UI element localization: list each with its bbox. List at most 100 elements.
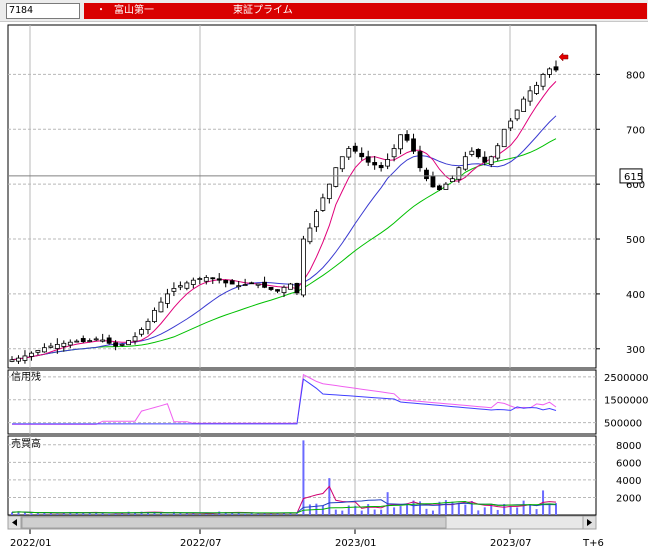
price-tick-label: 300: [626, 345, 645, 356]
candle-body: [534, 84, 539, 94]
candle-body: [145, 320, 151, 331]
candle-body: [288, 283, 293, 290]
candle-body: [197, 278, 203, 280]
candle-body: [139, 329, 144, 335]
candle-body: [152, 309, 157, 323]
candle-body: [424, 169, 429, 180]
candle-body: [100, 339, 106, 342]
candle-body: [411, 138, 416, 152]
x-axis-label: T+6: [582, 538, 604, 549]
candle-body: [553, 66, 559, 71]
candle-body: [320, 197, 326, 211]
candle-body: [488, 156, 494, 165]
candle-body: [184, 282, 190, 289]
candle-body: [203, 277, 209, 282]
candle-body: [469, 150, 475, 155]
candle-body: [236, 285, 242, 288]
candle-body: [307, 227, 313, 243]
volume-tick-label: 2000: [616, 493, 641, 504]
candle-body: [462, 156, 468, 170]
x-axis-label: 2023/07: [490, 538, 532, 549]
price-tick-labels: 800700600500400300: [596, 70, 645, 356]
candle-body: [346, 148, 352, 158]
candle-body: [359, 152, 365, 158]
candle-body: [35, 350, 41, 353]
price-panel: [7, 24, 597, 369]
candle-body: [54, 344, 60, 349]
candle-body: [333, 167, 339, 187]
candle-body: [437, 185, 442, 191]
candle-body: [339, 156, 345, 170]
candle-body: [521, 98, 527, 112]
candle-body: [48, 345, 54, 348]
candle-body: [171, 288, 177, 292]
volume-tick-label: 8000: [616, 441, 641, 452]
candle-body: [275, 289, 280, 292]
candle-body: [106, 337, 112, 344]
candle-body: [352, 145, 358, 152]
candle-body: [514, 109, 520, 120]
candle-body: [281, 286, 287, 294]
candle-body: [372, 162, 378, 166]
candle-body: [495, 145, 501, 159]
candle-body: [378, 165, 384, 169]
candle-body: [262, 281, 267, 288]
candle-body: [391, 148, 397, 158]
x-axis-label: 2022/07: [180, 538, 222, 549]
volume-tick-label: 6000: [616, 458, 641, 469]
volume-panel-title: 売買高: [11, 437, 41, 450]
x-axis-label: 2023/01: [335, 538, 377, 549]
candle-body: [9, 359, 15, 362]
candle-body: [430, 175, 436, 188]
candle-body: [132, 336, 138, 342]
price-tick-label: 800: [626, 70, 645, 81]
candle-body: [74, 340, 80, 343]
candle-body: [22, 355, 28, 361]
candle-body: [29, 352, 34, 357]
x-axis-label: 2022/01: [10, 538, 52, 549]
candle-body: [404, 134, 410, 141]
current-price-label: 615: [624, 172, 643, 183]
candle-body: [301, 238, 306, 296]
margin-tick-label: 2500000: [604, 373, 648, 384]
candle-body: [229, 280, 235, 285]
candle-body: [294, 282, 300, 294]
candle-body: [365, 156, 371, 163]
margin-tick-label: 1500000: [604, 396, 648, 407]
candle-body: [417, 151, 423, 169]
price-tick-label: 400: [626, 290, 645, 301]
candle-body: [216, 278, 222, 281]
price-tick-label: 500: [626, 235, 645, 246]
price-tick-label: 700: [626, 125, 645, 136]
candle-body: [443, 183, 449, 190]
candle-body: [482, 156, 488, 163]
candle-body: [313, 211, 319, 228]
candle-body: [501, 128, 507, 148]
candle-body: [540, 73, 546, 87]
candle-body: [190, 279, 196, 285]
candle-body: [93, 338, 99, 341]
candle-body: [456, 167, 462, 180]
candle-body: [508, 120, 514, 129]
candle-body: [177, 285, 183, 288]
candle-body: [119, 344, 125, 346]
volume-tick-label: 4000: [616, 476, 641, 487]
margin-tick-label: 500000: [604, 419, 642, 430]
candle-body: [126, 340, 131, 346]
candle-body: [41, 347, 47, 353]
candle-body: [527, 90, 533, 102]
candle-body: [223, 279, 229, 284]
candle-body: [80, 338, 86, 343]
candle-body: [398, 134, 403, 150]
x-axis-labels: 2022/01 2022/07 2023/01 2023/07 T+6: [10, 538, 604, 549]
candle-body: [61, 342, 67, 347]
candle-body: [113, 342, 119, 347]
candle-body: [87, 340, 93, 342]
candle-body: [16, 357, 21, 362]
candle-body: [67, 341, 73, 346]
margin-tick-labels: 2500000 1500000 500000: [604, 373, 648, 430]
scrollbar-thumb[interactable]: [21, 516, 447, 529]
candle-body: [242, 284, 248, 286]
candle-body: [385, 159, 391, 167]
candle-body: [255, 283, 261, 286]
